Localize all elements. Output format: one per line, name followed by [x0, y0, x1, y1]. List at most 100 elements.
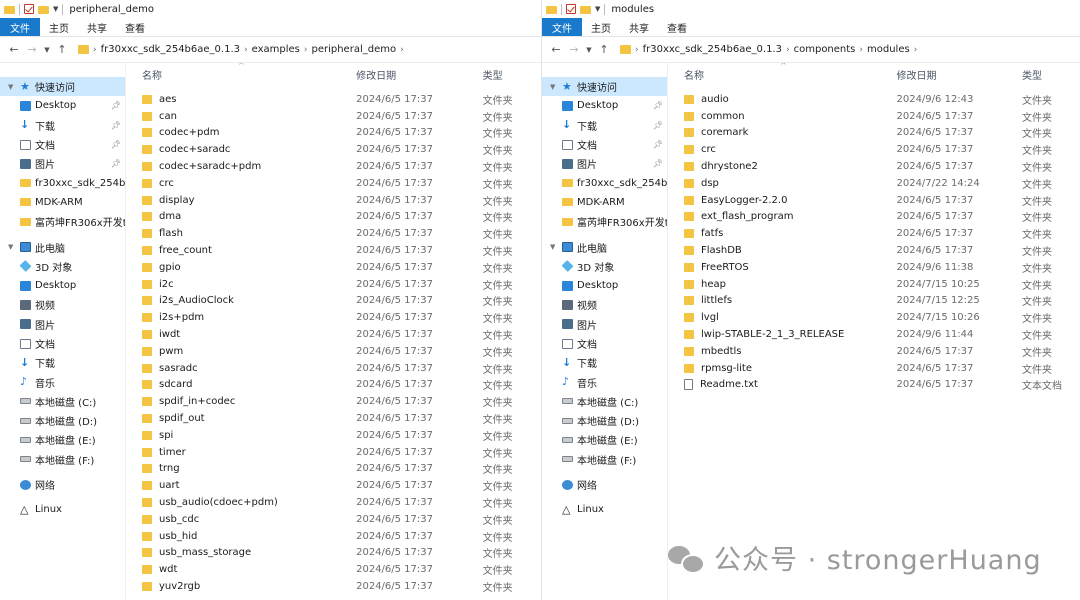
file-row[interactable]: flash 2024/6/5 17:37 文件夹	[126, 225, 541, 242]
file-row[interactable]: dma 2024/6/5 17:37 文件夹	[126, 209, 541, 226]
file-row[interactable]: Readme.txt 2024/6/5 17:37 文本文档	[668, 377, 1080, 394]
file-row[interactable]: lvgl 2024/7/15 10:26 文件夹	[668, 309, 1080, 326]
chevron-right-icon[interactable]: ›	[914, 45, 918, 55]
nav-quick-folder[interactable]: MDK-ARM	[542, 193, 667, 212]
nav-pc-pictures[interactable]: 图片	[0, 315, 125, 334]
breadcrumb-item[interactable]: components	[794, 44, 856, 55]
file-row[interactable]: yuv2rgb 2024/6/5 17:37 文件夹	[126, 578, 541, 595]
file-row[interactable]: crc 2024/6/5 17:37 文件夹	[126, 175, 541, 192]
nav-pc-drive-e[interactable]: 本地磁盘 (E:)	[0, 430, 125, 449]
file-row[interactable]: sasradc 2024/6/5 17:37 文件夹	[126, 360, 541, 377]
nav-quick-folder[interactable]: MDK-ARM	[0, 193, 125, 212]
tab-share[interactable]: 共享	[620, 18, 658, 36]
chevron-down-icon[interactable]: ▼	[8, 243, 16, 251]
column-header-date[interactable]: 修改日期	[896, 67, 1022, 82]
file-row[interactable]: rpmsg-lite 2024/6/5 17:37 文件夹	[668, 360, 1080, 377]
file-row[interactable]: heap 2024/7/15 10:25 文件夹	[668, 276, 1080, 293]
tab-home[interactable]: 主页	[40, 18, 78, 36]
chevron-right-icon[interactable]: ›	[786, 45, 790, 55]
nav-pc-drive-c[interactable]: 本地磁盘 (C:)	[542, 392, 667, 411]
nav-quick-folder[interactable]: 富芮坤FR306x开发t	[0, 212, 125, 231]
nav-pc-pictures[interactable]: 图片	[542, 315, 667, 334]
file-row[interactable]: crc 2024/6/5 17:37 文件夹	[668, 141, 1080, 158]
tab-file[interactable]: 文件	[542, 18, 582, 36]
file-row[interactable]: usb_mass_storage 2024/6/5 17:37 文件夹	[126, 545, 541, 562]
file-row[interactable]: dsp 2024/7/22 14:24 文件夹	[668, 175, 1080, 192]
breadcrumb-item[interactable]: fr30xxc_sdk_254b6ae_0.1.3	[643, 44, 782, 55]
nav-pc-videos[interactable]: 视频	[0, 295, 125, 314]
nav-linux[interactable]: △ Linux	[0, 500, 125, 519]
nav-pc-videos[interactable]: 视频	[542, 295, 667, 314]
column-header-date[interactable]: 修改日期	[356, 67, 483, 82]
chevron-down-icon[interactable]: ▼	[8, 83, 16, 91]
nav-pc-drive-c[interactable]: 本地磁盘 (C:)	[0, 392, 125, 411]
nav-quick-desktop[interactable]: Desktop 📌︎	[0, 96, 125, 115]
nav-quick-desktop[interactable]: Desktop 📌︎	[542, 96, 667, 115]
nav-pc-drive-d[interactable]: 本地磁盘 (D:)	[542, 411, 667, 430]
file-row[interactable]: common 2024/6/5 17:37 文件夹	[668, 108, 1080, 125]
nav-pc-drive-f[interactable]: 本地磁盘 (F:)	[0, 450, 125, 469]
file-row[interactable]: usb_hid 2024/6/5 17:37 文件夹	[126, 528, 541, 545]
tab-home[interactable]: 主页	[582, 18, 620, 36]
file-row[interactable]: ext_flash_program 2024/6/5 17:37 文件夹	[668, 209, 1080, 226]
nav-linux[interactable]: △ Linux	[542, 500, 667, 519]
tab-share[interactable]: 共享	[78, 18, 116, 36]
file-row[interactable]: fatfs 2024/6/5 17:37 文件夹	[668, 225, 1080, 242]
properties-icon[interactable]	[566, 4, 576, 14]
file-row[interactable]: gpio 2024/6/5 17:37 文件夹	[126, 259, 541, 276]
nav-pc-drive-e[interactable]: 本地磁盘 (E:)	[542, 430, 667, 449]
nav-this-pc[interactable]: ▼ 此电脑	[542, 237, 667, 256]
forward-arrow-icon[interactable]: →	[566, 43, 582, 56]
breadcrumb[interactable]: › fr30xxc_sdk_254b6ae_0.1.3 › examples ›…	[72, 40, 541, 60]
nav-quick-documents[interactable]: 文档 📌︎	[542, 135, 667, 154]
nav-pc-3d-objects[interactable]: 3D 对象	[0, 257, 125, 276]
file-row[interactable]: dhrystone2 2024/6/5 17:37 文件夹	[668, 158, 1080, 175]
chevron-down-icon[interactable]: ▼	[595, 5, 600, 13]
file-row[interactable]: wdt 2024/6/5 17:37 文件夹	[126, 561, 541, 578]
nav-pc-music[interactable]: ♪ 音乐	[542, 372, 667, 391]
tab-view[interactable]: 查看	[658, 18, 696, 36]
column-header-type[interactable]: 类型	[483, 67, 541, 82]
file-row[interactable]: display 2024/6/5 17:37 文件夹	[126, 192, 541, 209]
nav-quick-pictures[interactable]: 图片 📌︎	[542, 154, 667, 173]
file-row[interactable]: EasyLogger-2.2.0 2024/6/5 17:37 文件夹	[668, 192, 1080, 209]
chevron-right-icon[interactable]: ›	[635, 45, 639, 55]
file-row[interactable]: uart 2024/6/5 17:37 文件夹	[126, 477, 541, 494]
file-row[interactable]: timer 2024/6/5 17:37 文件夹	[126, 444, 541, 461]
nav-quick-downloads[interactable]: ↓ 下载 📌︎	[542, 116, 667, 135]
tab-file[interactable]: 文件	[0, 18, 40, 36]
file-row[interactable]: spi 2024/6/5 17:37 文件夹	[126, 427, 541, 444]
chevron-down-icon[interactable]: ▼	[550, 83, 558, 91]
chevron-right-icon[interactable]: ›	[304, 45, 308, 55]
chevron-right-icon[interactable]: ›	[400, 45, 404, 55]
file-row[interactable]: lwip-STABLE-2_1_3_RELEASE 2024/9/6 11:44 文…	[668, 326, 1080, 343]
nav-network[interactable]: 网络	[542, 475, 667, 494]
nav-quick-downloads[interactable]: ↓ 下载 📌︎	[0, 116, 125, 135]
file-row[interactable]: iwdt 2024/6/5 17:37 文件夹	[126, 326, 541, 343]
nav-quick-documents[interactable]: 文档 📌︎	[0, 135, 125, 154]
file-row[interactable]: sdcard 2024/6/5 17:37 文件夹	[126, 377, 541, 394]
nav-pc-desktop[interactable]: Desktop	[542, 276, 667, 295]
file-row[interactable]: codec+saradc 2024/6/5 17:37 文件夹	[126, 141, 541, 158]
file-row[interactable]: mbedtls 2024/6/5 17:37 文件夹	[668, 343, 1080, 360]
column-header-type[interactable]: 类型	[1022, 67, 1080, 82]
file-row[interactable]: codec+saradc+pdm 2024/6/5 17:37 文件夹	[126, 158, 541, 175]
nav-quick-folder[interactable]: 富芮坤FR306x开发t	[542, 212, 667, 231]
properties-icon[interactable]	[24, 4, 34, 14]
file-row[interactable]: spdif_out 2024/6/5 17:37 文件夹	[126, 410, 541, 427]
nav-pc-drive-f[interactable]: 本地磁盘 (F:)	[542, 450, 667, 469]
back-arrow-icon[interactable]: ←	[6, 43, 22, 56]
file-row[interactable]: coremark 2024/6/5 17:37 文件夹	[668, 125, 1080, 142]
nav-pc-downloads[interactable]: ↓ 下载	[542, 353, 667, 372]
tab-view[interactable]: 查看	[116, 18, 154, 36]
file-row[interactable]: FlashDB 2024/6/5 17:37 文件夹	[668, 242, 1080, 259]
file-row[interactable]: spdif_in+codec 2024/6/5 17:37 文件夹	[126, 393, 541, 410]
up-arrow-icon[interactable]: ↑	[596, 43, 612, 56]
chevron-down-icon[interactable]: ▼	[53, 5, 58, 13]
forward-arrow-icon[interactable]: →	[24, 43, 40, 56]
chevron-down-icon[interactable]: ▼	[584, 46, 594, 54]
nav-pc-3d-objects[interactable]: 3D 对象	[542, 257, 667, 276]
chevron-down-icon[interactable]: ▼	[550, 243, 558, 251]
nav-quick-folder[interactable]: fr30xxc_sdk_254b6	[542, 173, 667, 192]
nav-pc-documents[interactable]: 文档	[542, 334, 667, 353]
